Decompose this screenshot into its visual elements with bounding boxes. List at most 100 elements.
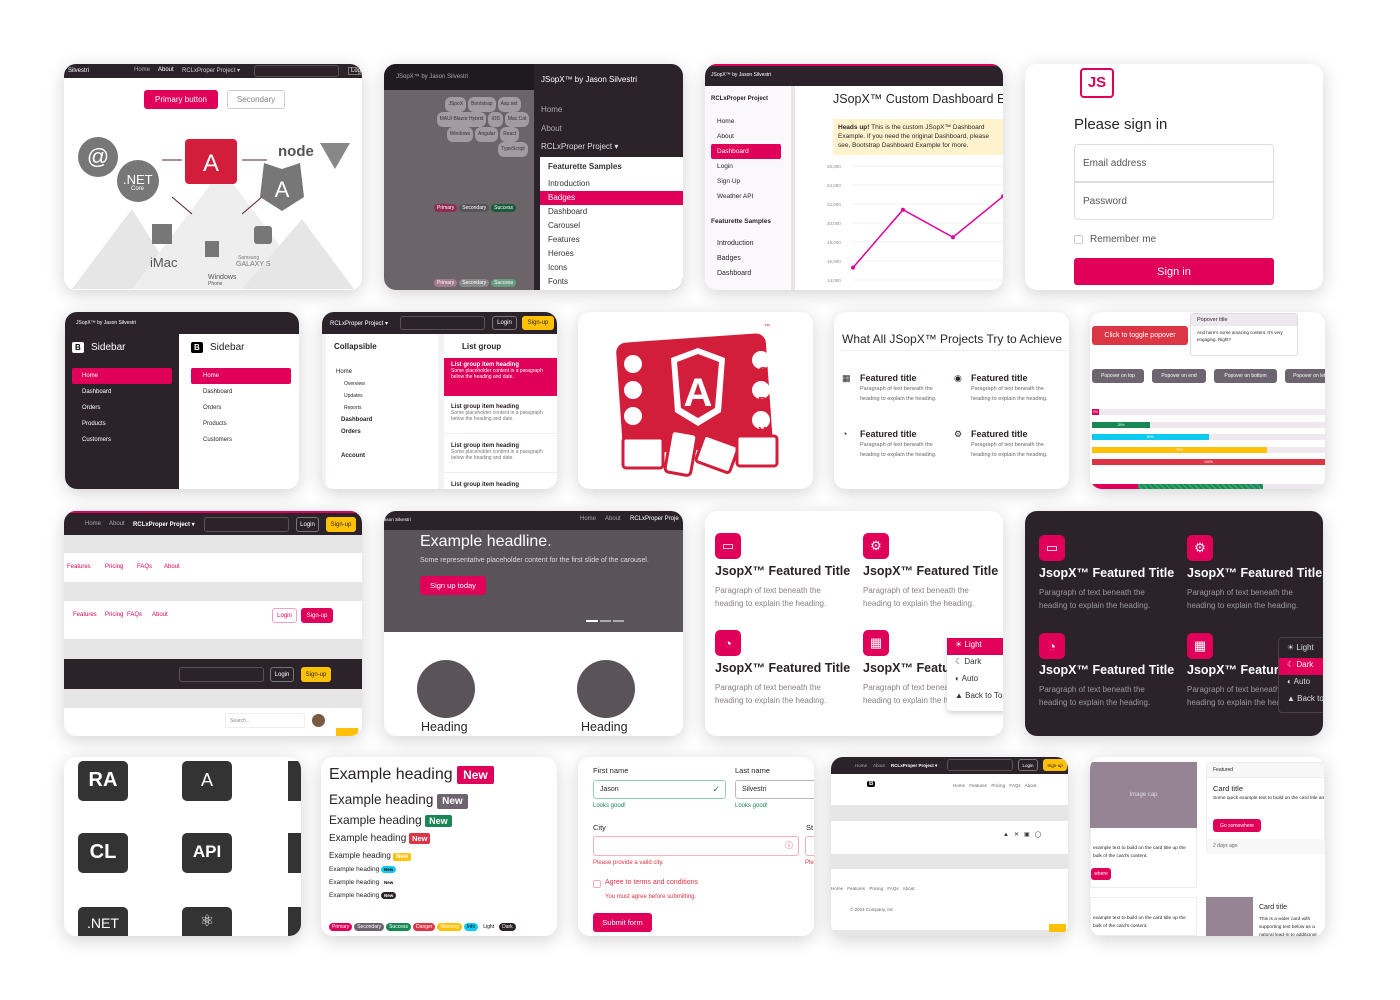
link-about[interactable]: About	[164, 564, 180, 570]
tree-reports[interactable]: Reports	[336, 402, 372, 414]
link[interactable]: Home	[953, 783, 965, 788]
theme-dark[interactable]: ☾ Dark	[1279, 658, 1323, 675]
dropdown-item[interactable]: Fonts	[540, 275, 683, 289]
city-input[interactable]: ⓘ	[593, 836, 799, 856]
remember-checkbox[interactable]	[1074, 235, 1083, 244]
last-name-input[interactable]: Silvestri	[735, 780, 814, 799]
sidebar-item-dashboard[interactable]: Dashboard	[72, 384, 172, 400]
sidebar-item-home[interactable]: Home	[191, 368, 291, 384]
signup-button[interactable]: Sign-up	[522, 316, 554, 330]
theme-light[interactable]: ☀ Light	[947, 638, 1003, 655]
link-pricing[interactable]: Pricing	[105, 564, 123, 570]
carousel-indicator[interactable]	[600, 620, 611, 622]
menu-project[interactable]: RCLxProper Project ▾	[541, 142, 618, 151]
theme-light[interactable]: ☀ Light	[1279, 641, 1323, 658]
nav-home[interactable]: Home	[855, 763, 867, 768]
carousel-indicator[interactable]	[613, 620, 624, 622]
nav-project[interactable]: RCLxProper Project ▾	[182, 67, 240, 74]
popover-top-button[interactable]: Popover on top	[1092, 369, 1144, 383]
search-input[interactable]	[947, 759, 1013, 771]
sidebar-item-weather[interactable]: Weather API	[711, 189, 781, 204]
list-item[interactable]: List group item heading Some placeholder …	[444, 396, 557, 434]
list-item[interactable]: List group item heading Some placeholder …	[444, 435, 557, 473]
sidebar-item-dashboard-sample[interactable]: Dashboard	[717, 266, 754, 281]
dropdown-item[interactable]: Icons	[540, 261, 683, 275]
link[interactable]: About	[903, 886, 915, 891]
link[interactable]: Pricing	[869, 886, 883, 891]
avatar[interactable]	[312, 714, 325, 727]
sidebar-item-introduction[interactable]: Introduction	[717, 236, 754, 251]
dropdown-item[interactable]: Dashboard	[540, 205, 683, 219]
signup-button[interactable]: Sign-up	[1043, 759, 1067, 771]
link[interactable]: FAQs	[887, 886, 898, 891]
agree-checkbox[interactable]	[593, 880, 601, 888]
dropdown-item[interactable]: Heroes	[540, 247, 683, 261]
sidebar-item-badges[interactable]: Badges	[717, 251, 754, 266]
nav-project[interactable]: RCLxProper Project ▾	[133, 521, 195, 528]
sidebar-item-orders[interactable]: Orders	[191, 400, 291, 416]
link[interactable]: Features	[847, 886, 865, 891]
search-input[interactable]	[254, 65, 339, 77]
link-features[interactable]: Features	[67, 564, 91, 570]
secondary-button[interactable]: Secondary	[227, 90, 285, 109]
tree-updates[interactable]: Updates	[336, 390, 372, 402]
popover-left-button[interactable]: Popover on left	[1285, 369, 1325, 383]
sidebar-item-dashboard[interactable]: Dashboard	[191, 384, 291, 400]
link[interactable]: About	[1025, 783, 1037, 788]
nav-about[interactable]: About	[109, 521, 125, 527]
signup-button[interactable]: Sign-up	[301, 608, 333, 623]
sidebar-item-products[interactable]: Products	[72, 416, 172, 432]
login-button[interactable]: Login	[492, 316, 517, 330]
first-name-input[interactable]: Jason ✓	[593, 780, 726, 799]
link[interactable]: Features	[969, 783, 987, 788]
link-pricing[interactable]: Pricing	[105, 612, 123, 618]
popover-end-button[interactable]: Popover on end	[1152, 369, 1206, 383]
go-somewhere-button[interactable]: Go somewhere	[1213, 819, 1261, 832]
sidebar-item-login[interactable]: Login	[711, 159, 781, 174]
tree-overview[interactable]: Overview	[336, 378, 372, 390]
tree-home[interactable]: Home	[336, 366, 372, 378]
state-select[interactable]	[805, 836, 814, 856]
email-input[interactable]: Email address	[1074, 144, 1274, 182]
nav-about[interactable]: About	[873, 763, 885, 768]
nav-project[interactable]: RCLxProper Project ▾	[330, 320, 388, 327]
signup-button[interactable]: Sign-up	[326, 517, 356, 532]
login-button[interactable]: Login	[1018, 759, 1038, 771]
nav-about[interactable]: About	[605, 516, 621, 522]
sidebar-item-orders[interactable]: Orders	[72, 400, 172, 416]
theme-auto[interactable]: ◐ Auto	[947, 672, 1003, 689]
theme-toggle[interactable]	[336, 728, 358, 736]
tree-account[interactable]: Account	[336, 450, 372, 462]
toggle-popover-button[interactable]: Click to toggle popover	[1092, 326, 1188, 345]
list-item-active[interactable]: List group item heading Some placeholder …	[444, 358, 557, 396]
login-button[interactable]: Log	[348, 67, 362, 75]
sidebar-item-customers[interactable]: Customers	[191, 432, 291, 448]
link-about[interactable]: About	[152, 612, 168, 618]
tree-orders[interactable]: Orders	[336, 426, 372, 438]
primary-button[interactable]: Primary button	[144, 90, 218, 109]
back-to-top[interactable]: ▲ Back to Top	[947, 689, 1003, 706]
link-faqs[interactable]: FAQs	[127, 612, 142, 618]
link[interactable]: Home	[831, 886, 843, 891]
sidebar-item-products[interactable]: Products	[191, 416, 291, 432]
signup-today-button[interactable]: Sign up today	[420, 576, 486, 595]
social-icons[interactable]: ▲✕▣◯	[1003, 831, 1046, 838]
dropdown-item-active[interactable]: Badges	[540, 191, 683, 205]
theme-auto[interactable]: ◐ Auto	[1279, 675, 1323, 692]
dropdown-item[interactable]: Features	[540, 233, 683, 247]
sidebar-item-home[interactable]: Home	[72, 368, 172, 384]
nav-project[interactable]: RCLxProper Proje	[630, 516, 679, 522]
nav-home[interactable]: Home	[134, 67, 150, 73]
sidebar-item-customers[interactable]: Customers	[72, 432, 172, 448]
link-faqs[interactable]: FAQs	[137, 564, 152, 570]
carousel-indicator-active[interactable]	[586, 620, 598, 622]
dropdown-item[interactable]: Introduction	[540, 177, 683, 191]
sidebar-item-signup[interactable]: Sign Up	[711, 174, 781, 189]
link[interactable]: Pricing	[991, 783, 1005, 788]
nav-about[interactable]: About	[158, 67, 174, 73]
sidebar-item-home[interactable]: Home	[711, 114, 781, 129]
theme-dark[interactable]: ☾ Dark	[947, 655, 1003, 672]
search-input[interactable]	[179, 667, 264, 682]
sidebar-item-dashboard[interactable]: Dashboard	[711, 144, 781, 159]
nav-project[interactable]: RCLxProper Project ▾	[891, 763, 937, 769]
